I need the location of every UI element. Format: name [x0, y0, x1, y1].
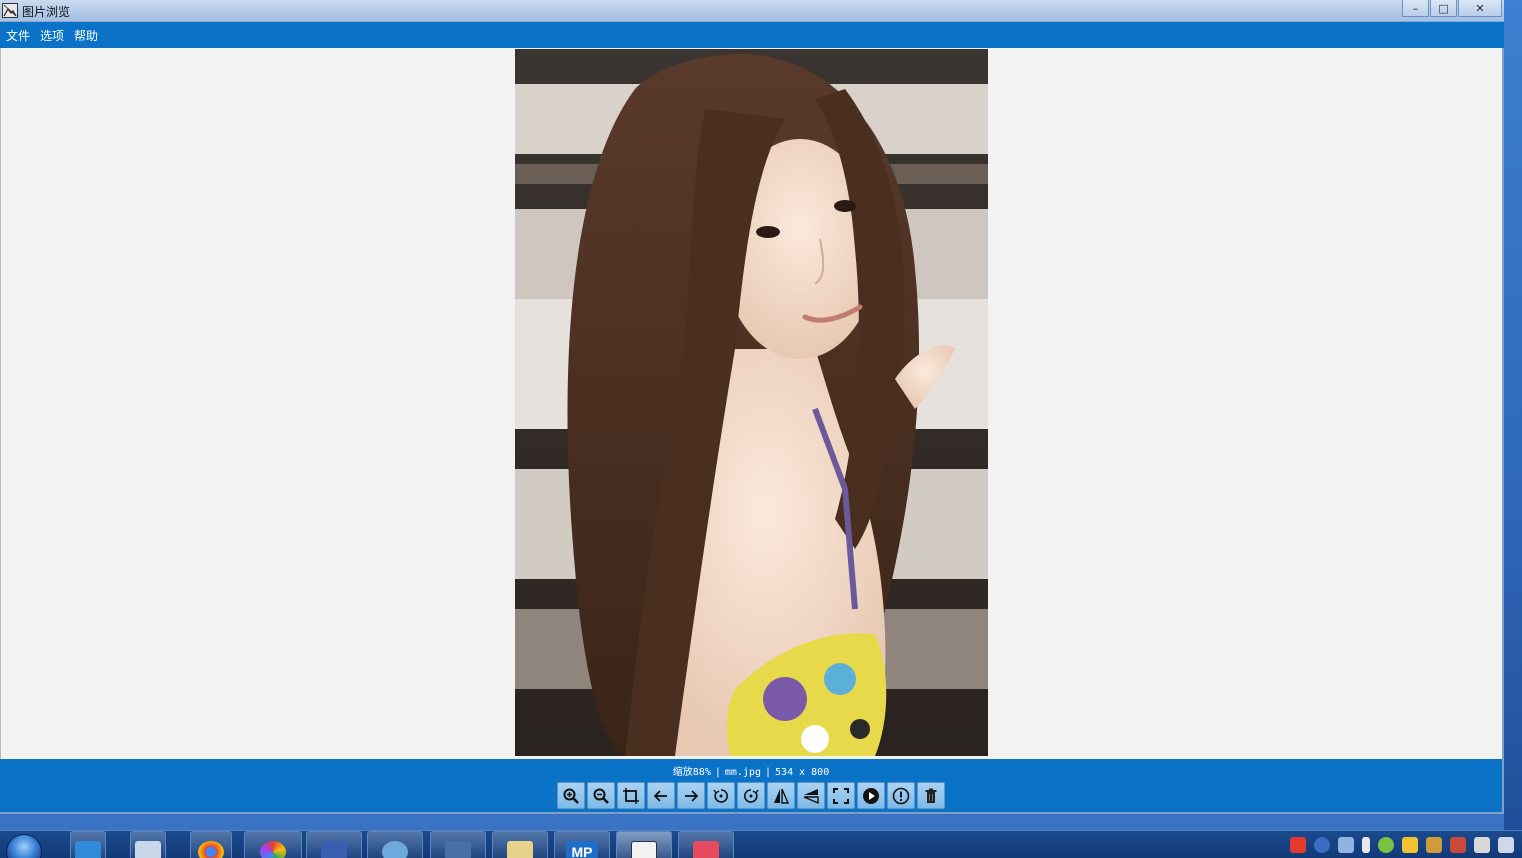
mp-icon: MP — [566, 841, 598, 858]
image-viewer-window: 图片浏览 – □ ✕ 文件 选项 帮助 缩放88% | mm.jpg | 534… — [0, 0, 1504, 814]
flip-vertical-icon — [803, 788, 819, 804]
taskbar-app[interactable] — [678, 831, 734, 858]
taskbar-app[interactable] — [70, 831, 106, 858]
flip-horizontal-button[interactable] — [767, 782, 795, 809]
sogou-pinyin-icon — [75, 841, 101, 858]
slideshow-play-icon — [863, 787, 879, 804]
flip-horizontal-icon — [774, 788, 790, 804]
app-tray-icon-2[interactable] — [1450, 837, 1466, 853]
taskbar-app[interactable] — [130, 831, 166, 858]
show-hidden-icons-icon[interactable] — [1362, 837, 1370, 853]
help-tray-icon[interactable] — [1314, 837, 1330, 853]
zoom-level: 缩放88% — [672, 767, 711, 778]
network-tool-icon — [321, 841, 347, 858]
network-tray-icon[interactable] — [1338, 837, 1354, 853]
taskbar-app[interactable] — [367, 831, 423, 858]
next-icon — [685, 789, 699, 802]
sogou-tray-icon[interactable] — [1290, 837, 1306, 853]
start-button[interactable] — [2, 832, 46, 858]
rotate-left-icon — [713, 788, 728, 803]
minimize-button[interactable]: – — [1402, 0, 1429, 17]
app-tray-icon[interactable] — [1426, 837, 1442, 853]
displayed-photo — [515, 49, 988, 756]
monitor-tray-icon[interactable] — [1474, 837, 1490, 853]
windows-logo-icon — [6, 833, 42, 858]
image-dimensions: 534 x 800 — [775, 767, 830, 778]
menu-options[interactable]: 选项 — [40, 27, 64, 44]
taskbar-app[interactable] — [244, 831, 302, 858]
image-info: 缩放88% | mm.jpg | 534 x 800 — [672, 767, 830, 778]
delete-icon — [925, 788, 937, 803]
taskbar: MP — [0, 830, 1522, 858]
mp-label: MP — [571, 844, 593, 858]
clock-icon — [382, 841, 408, 858]
notepad-icon — [507, 841, 533, 858]
chrome-icon — [198, 841, 224, 858]
star-tray-icon[interactable] — [1402, 837, 1418, 853]
title-bar[interactable]: 图片浏览 – □ ✕ — [0, 0, 1504, 22]
taskbar-app[interactable]: MP — [554, 831, 610, 858]
rotate-right-icon — [744, 788, 759, 803]
window-controls: – □ ✕ — [1401, 0, 1502, 19]
taskbar-app[interactable] — [492, 831, 548, 858]
window-title: 图片浏览 — [22, 5, 71, 19]
zoom-in-button[interactable] — [557, 782, 585, 809]
taskbar-app[interactable] — [190, 831, 232, 858]
flip-vertical-button[interactable] — [797, 782, 825, 809]
desktop-background — [1504, 0, 1522, 830]
color-picker-icon — [260, 841, 286, 858]
tool-bar — [557, 782, 947, 810]
zoom-in-icon — [563, 788, 579, 804]
fit-window-button[interactable] — [617, 782, 645, 809]
zoom-out-button[interactable] — [587, 782, 615, 809]
system-tray — [1282, 831, 1522, 858]
fit-window-icon — [623, 787, 639, 804]
delete-button[interactable] — [917, 782, 945, 809]
status-bar: 缩放88% | mm.jpg | 534 x 800 — [0, 759, 1502, 812]
fullscreen-button[interactable] — [827, 782, 855, 809]
keyboard-tool-icon — [445, 841, 471, 858]
slideshow-button[interactable] — [857, 782, 885, 809]
file-name: mm.jpg — [724, 767, 761, 778]
info-icon — [892, 787, 910, 804]
info-button[interactable] — [887, 782, 915, 809]
taskbar-app-active[interactable] — [616, 831, 672, 858]
taskbar-app[interactable] — [306, 831, 362, 858]
previous-icon — [653, 789, 667, 802]
volume-icon[interactable] — [1498, 837, 1514, 853]
menu-help[interactable]: 帮助 — [74, 27, 98, 44]
calculator-icon — [135, 841, 161, 858]
menu-file[interactable]: 文件 — [6, 27, 30, 44]
next-button[interactable] — [677, 782, 705, 809]
close-button[interactable]: ✕ — [1458, 0, 1502, 17]
image-viewer-icon — [631, 841, 657, 858]
app-image-icon — [2, 3, 18, 18]
camera-icon — [693, 841, 719, 858]
menu-bar: 文件 选项 帮助 — [0, 22, 1504, 48]
previous-button[interactable] — [647, 782, 675, 809]
rotate-right-button[interactable] — [737, 782, 765, 809]
taskbar-app[interactable] — [430, 831, 486, 858]
fullscreen-icon — [833, 787, 849, 804]
cloud-tray-icon[interactable] — [1378, 837, 1394, 853]
maximize-button[interactable]: □ — [1430, 0, 1457, 17]
zoom-out-icon — [593, 788, 609, 804]
rotate-left-button[interactable] — [707, 782, 735, 809]
